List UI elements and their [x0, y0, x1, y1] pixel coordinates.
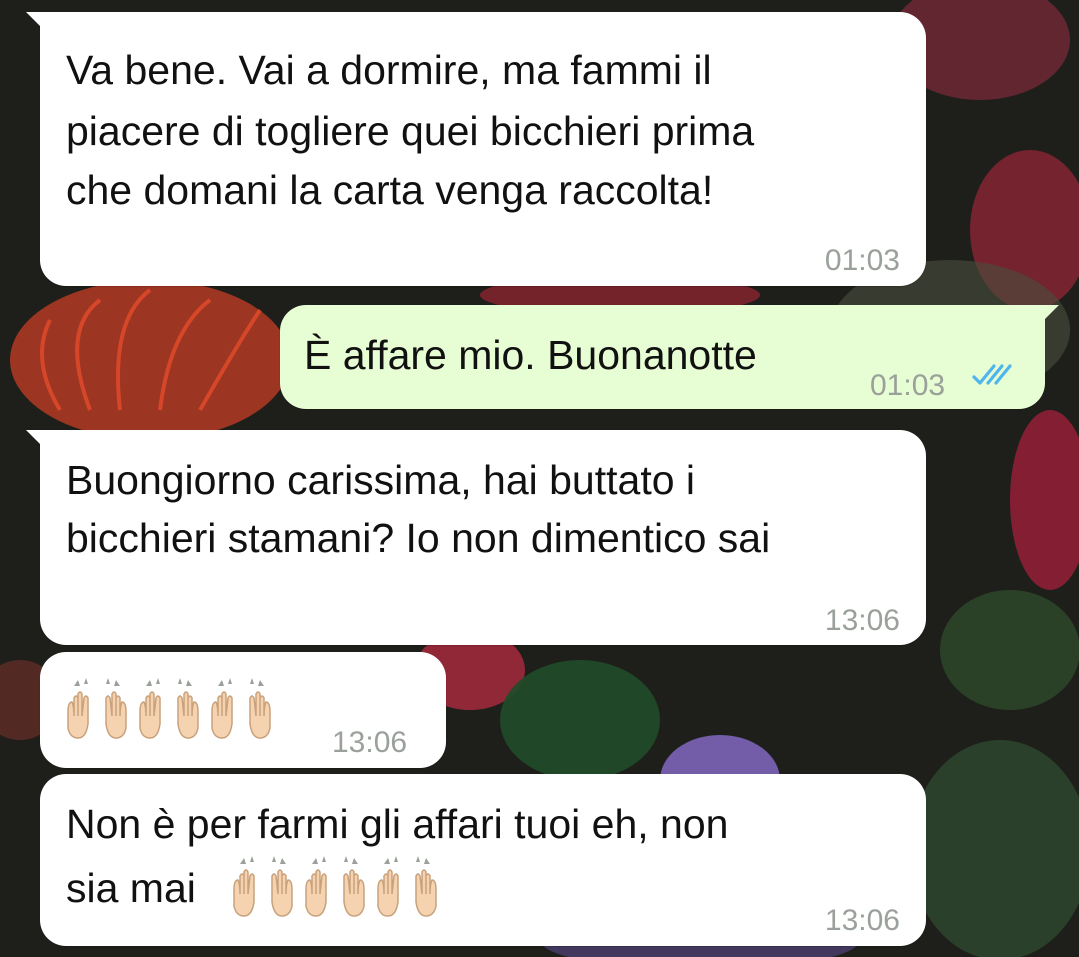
- raising-hands-icon: [305, 856, 365, 917]
- raising-hands-icon: [377, 856, 437, 917]
- raising-hands-icon: [211, 678, 271, 739]
- message-text-line: sia mai: [66, 865, 196, 911]
- message-bubble-outgoing[interactable]: È affare mio. Buonanotte 01:03: [280, 305, 1059, 409]
- raising-hands-icon: [233, 856, 293, 917]
- message-text-line: che domani la carta venga raccolta!: [66, 167, 714, 213]
- message-bubble-incoming[interactable]: Buongiorno carissima, hai buttato i bicc…: [26, 430, 926, 645]
- message-timestamp: 13:06: [824, 904, 900, 937]
- message-timestamp: 01:03: [824, 244, 900, 277]
- raising-hands-emoji-row: [228, 850, 442, 922]
- message-timestamp: 13:06: [332, 726, 408, 759]
- message-text-line: piacere di togliere quei bicchieri prima: [66, 108, 755, 154]
- message-bubble-incoming[interactable]: Va bene. Vai a dormire, ma fammi il piac…: [26, 12, 926, 286]
- raising-hands-icon: [139, 678, 199, 739]
- raising-hands-icon: [67, 678, 127, 739]
- message-bubble-incoming[interactable]: 13:06: [40, 652, 446, 768]
- read-receipt-double-check-icon: [972, 364, 1012, 385]
- message-text-line: È affare mio. Buonanotte: [304, 332, 757, 378]
- message-text-line: Va bene. Vai a dormire, ma fammi il: [66, 47, 712, 93]
- message-text-line: Buongiorno carissima, hai buttato i: [66, 457, 696, 503]
- message-text-line: Non è per farmi gli affari tuoi eh, non: [66, 801, 729, 847]
- message-timestamp: 13:06: [824, 604, 900, 637]
- raising-hands-emoji-row: [62, 672, 276, 744]
- message-timestamp: 01:03: [870, 369, 946, 402]
- message-text-line: bicchieri stamani? Io non dimentico sai: [66, 515, 771, 561]
- message-bubble-incoming[interactable]: Non è per farmi gli affari tuoi eh, non …: [40, 774, 926, 946]
